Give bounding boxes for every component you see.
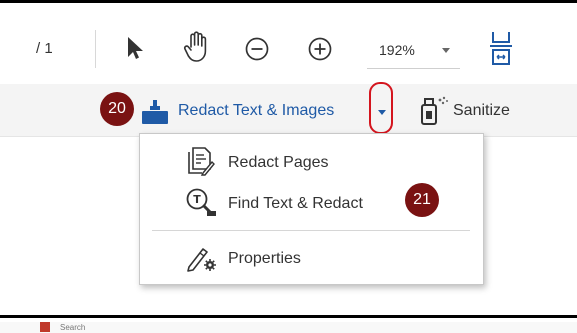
menu-divider <box>152 230 470 231</box>
toolbar-divider <box>95 30 96 68</box>
zoom-level-dropdown[interactable]: 192% <box>367 34 460 69</box>
find-text-icon: T <box>186 188 216 216</box>
redact-button-label[interactable]: Redact Text & Images <box>178 102 334 120</box>
sanitize-button[interactable] <box>414 92 452 130</box>
select-tool-button[interactable] <box>120 28 150 68</box>
app-icon <box>40 322 50 332</box>
fit-page-icon <box>490 32 512 65</box>
bottom-border <box>0 315 577 318</box>
fit-page-button[interactable] <box>484 26 518 70</box>
top-border <box>0 0 577 3</box>
hand-icon <box>183 31 207 62</box>
properties-icon <box>187 248 216 272</box>
main-toolbar: / 1 192% <box>0 6 577 84</box>
zoom-level-value: 192% <box>379 42 415 58</box>
sanitize-icon <box>421 96 448 125</box>
step-badge-20: 20 <box>100 92 134 126</box>
zoom-in-button[interactable] <box>303 32 337 66</box>
zoom-in-icon <box>308 37 332 61</box>
redact-icon <box>142 100 168 124</box>
chevron-down-icon <box>442 48 450 53</box>
zoom-out-icon <box>245 37 269 61</box>
page-count: / 1 <box>36 40 53 57</box>
window-title: Search <box>60 323 86 332</box>
search-window-titlebar: Search <box>0 322 577 333</box>
sanitize-button-label[interactable]: Sanitize <box>453 102 510 120</box>
zoom-out-button[interactable] <box>240 32 274 66</box>
step-badge-21: 21 <box>405 183 439 217</box>
redact-pages-icon <box>188 147 215 176</box>
menu-item-label: Redact Pages <box>228 154 329 171</box>
menu-item-redact-pages[interactable]: Redact Pages <box>140 142 483 182</box>
redact-button[interactable] <box>139 96 171 128</box>
menu-item-label: Properties <box>228 250 301 267</box>
menu-item-label: Find Text & Redact <box>228 195 363 212</box>
arrow-cursor-icon <box>128 37 143 59</box>
menu-item-properties[interactable]: Properties <box>140 238 483 278</box>
highlight-circle <box>369 82 393 134</box>
svg-text:T: T <box>193 193 201 206</box>
hand-tool-button[interactable] <box>178 26 214 68</box>
